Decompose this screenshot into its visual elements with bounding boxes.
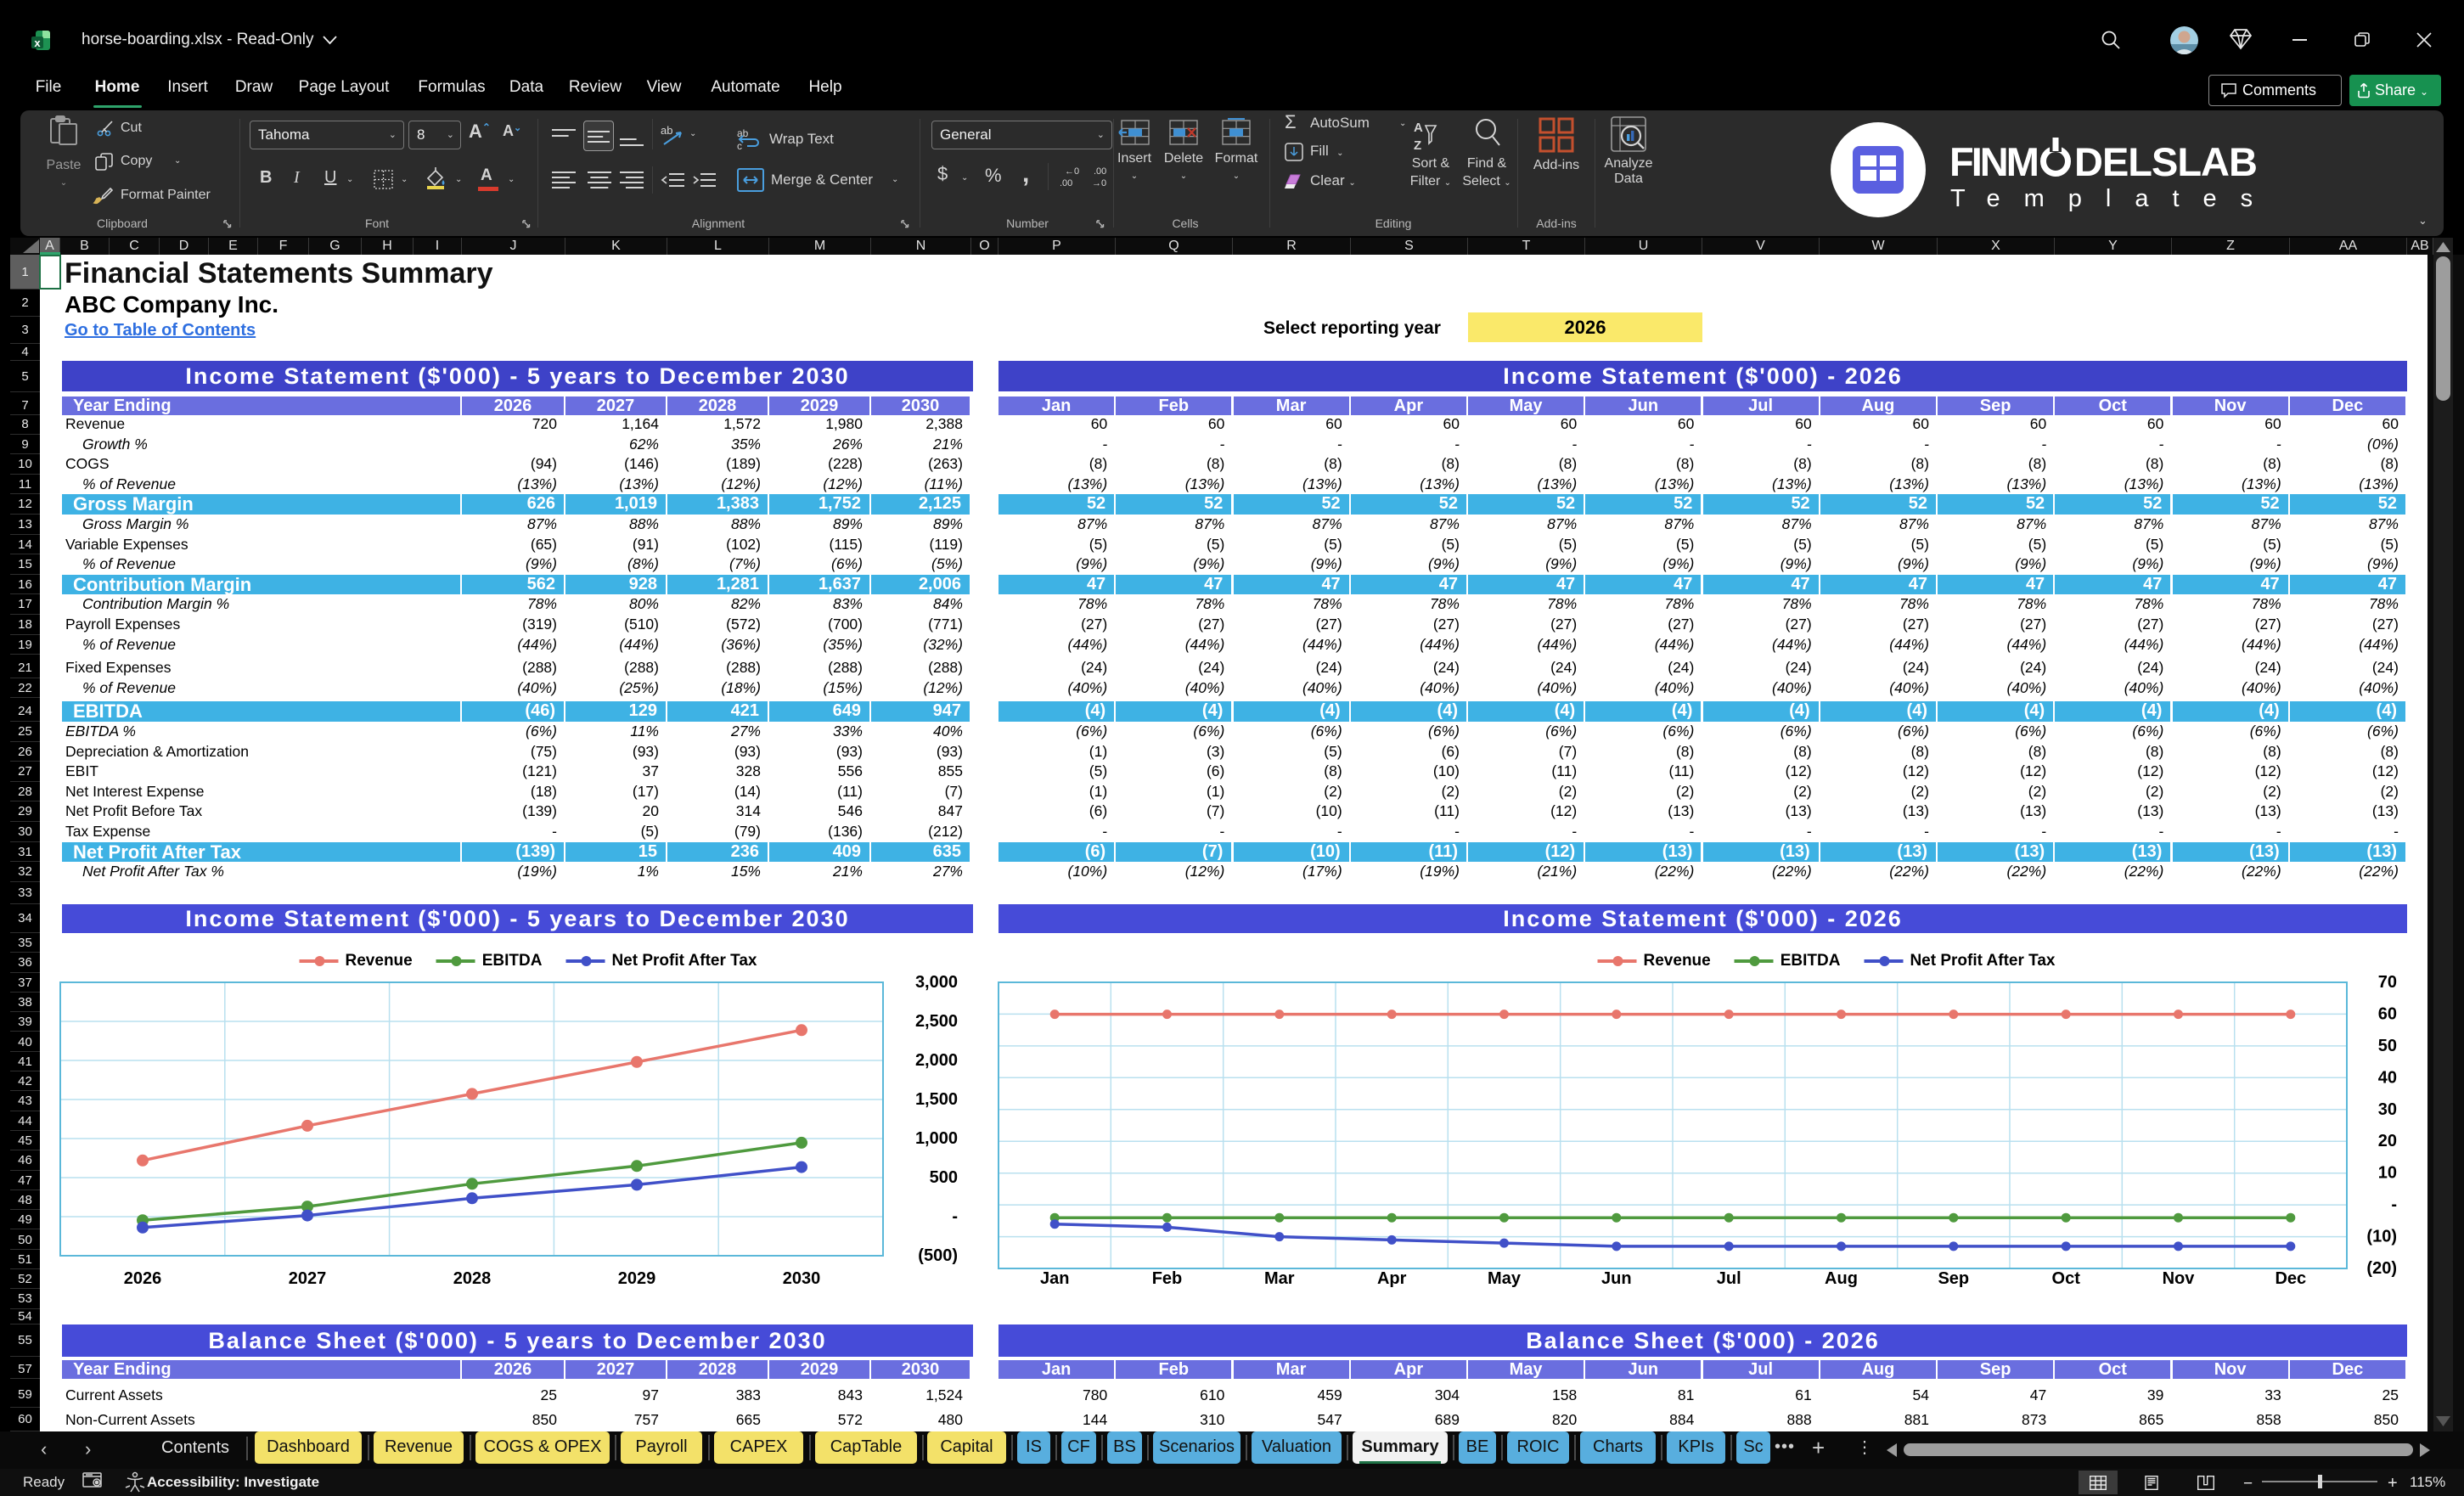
svg-text:.00: .00 (1060, 178, 1072, 188)
svg-text:2030: 2030 (783, 1269, 821, 1288)
svg-text:Feb: Feb (1152, 1269, 1183, 1288)
svg-text:Oct: Oct (2052, 1269, 2081, 1288)
svg-text:Templates: Templates (1950, 185, 2276, 212)
svg-text:2,000: 2,000 (915, 1051, 958, 1070)
svg-text:-: - (2391, 1195, 2397, 1214)
svg-text:40: 40 (2378, 1068, 2397, 1087)
svg-text:2027: 2027 (289, 1269, 327, 1288)
svg-text:A: A (1414, 121, 1423, 135)
svg-text:Sep: Sep (1938, 1269, 1969, 1288)
svg-text:x: x (34, 37, 41, 49)
svg-text:2,500: 2,500 (915, 1012, 958, 1031)
svg-text:Apr: Apr (1377, 1269, 1407, 1288)
svg-text:70: 70 (2378, 973, 2397, 992)
svg-text:-: - (952, 1207, 958, 1226)
svg-text:Jul: Jul (1717, 1269, 1741, 1288)
svg-text:1,500: 1,500 (915, 1090, 958, 1109)
svg-text:1,000: 1,000 (915, 1129, 958, 1148)
svg-text:FINM: FINM (1949, 139, 2037, 184)
svg-text:Mar: Mar (1264, 1269, 1295, 1288)
svg-text:50: 50 (2378, 1037, 2397, 1055)
svg-text:20: 20 (2378, 1132, 2397, 1150)
svg-text:30: 30 (2378, 1100, 2397, 1119)
svg-text:Jun: Jun (1601, 1269, 1632, 1288)
svg-text:Z: Z (1414, 138, 1421, 153)
svg-text:←0: ←0 (1065, 166, 1079, 177)
svg-text:60: 60 (2378, 1004, 2397, 1023)
svg-text:(20): (20) (2366, 1259, 2397, 1278)
svg-text:Dec: Dec (2275, 1269, 2306, 1288)
svg-text:May: May (1488, 1269, 1522, 1288)
svg-text:Aug: Aug (1825, 1269, 1858, 1288)
svg-text:→0: →0 (1092, 178, 1106, 188)
svg-text:DELSLAB: DELSLAB (2074, 139, 2257, 184)
svg-text:ab: ab (737, 127, 749, 139)
svg-text:Nov: Nov (2163, 1269, 2196, 1288)
svg-text:2026: 2026 (124, 1269, 162, 1288)
svg-text:2029: 2029 (618, 1269, 656, 1288)
svg-text:Jan: Jan (1040, 1269, 1069, 1288)
svg-text:3,000: 3,000 (915, 973, 958, 992)
svg-text:(500): (500) (918, 1246, 958, 1265)
svg-text:10: 10 (2378, 1164, 2397, 1183)
svg-text:(10): (10) (2366, 1228, 2397, 1246)
svg-text:2028: 2028 (453, 1269, 492, 1288)
svg-text:ab: ab (661, 124, 672, 137)
svg-text:.00: .00 (1094, 166, 1106, 177)
svg-text:500: 500 (930, 1168, 958, 1187)
